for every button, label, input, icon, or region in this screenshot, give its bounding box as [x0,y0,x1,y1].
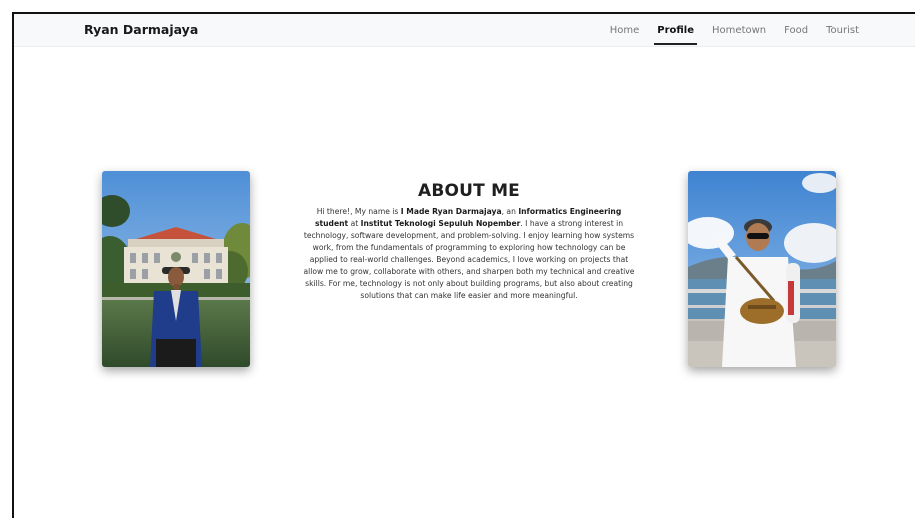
lake-photo-image [688,171,836,367]
nav-profile[interactable]: Profile [654,14,697,47]
about-text-connector-1: , an [501,207,519,216]
nav-food[interactable]: Food [784,14,808,47]
campus-photo-image [102,171,250,367]
brand-logo[interactable]: Ryan Darmajaya [84,22,198,37]
browser-viewport: Ryan Darmajaya Home Profile Hometown Foo… [12,12,915,518]
nav-tourist[interactable]: Tourist [826,14,859,47]
profile-photo-campus [102,171,250,367]
about-name: I Made Ryan Darmajaya [400,207,502,216]
about-paragraph: Hi there!, My name is I Made Ryan Darmaj… [301,206,637,302]
about-text-connector-2: at [348,219,361,228]
nav-hometown[interactable]: Hometown [712,14,766,47]
navbar: Ryan Darmajaya Home Profile Hometown Foo… [14,14,915,47]
about-text-body: . I have a strong interest in technology… [303,219,635,300]
about-school: Institut Teknologi Sepuluh Nopember [360,219,521,228]
about-section: ABOUT ME Hi there!, My name is I Made Ry… [301,181,637,302]
about-text-intro: Hi there!, My name is [316,207,401,216]
profile-photo-lake [688,171,836,367]
about-title: ABOUT ME [417,181,520,201]
nav-home[interactable]: Home [610,14,640,47]
nav-links: Home Profile Hometown Food Tourist [610,14,859,47]
